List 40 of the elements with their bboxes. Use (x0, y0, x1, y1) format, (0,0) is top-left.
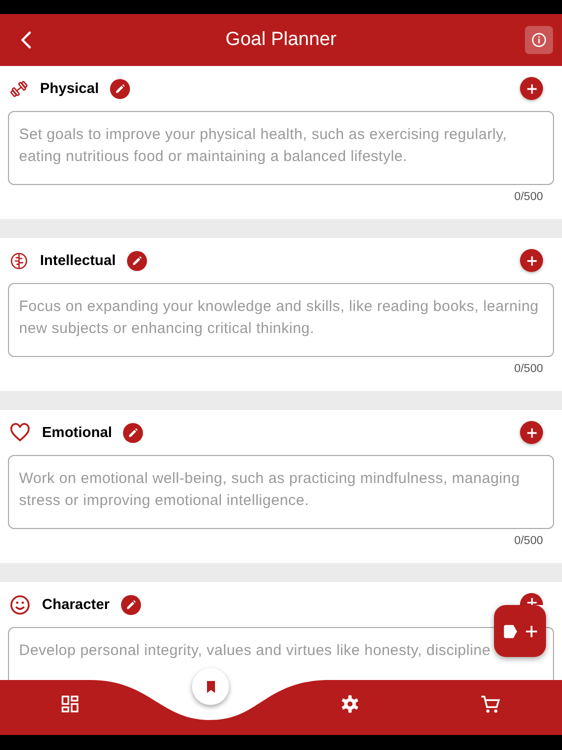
plus-icon (524, 82, 538, 96)
goal-input-field[interactable]: Develop personal integrity, values and virtues like honesty, discipline (8, 627, 554, 680)
bookmark-button[interactable] (192, 668, 229, 705)
settings-icon[interactable] (340, 694, 360, 714)
smiley-icon (9, 594, 31, 616)
goal-input-field[interactable]: Set goals to improve your physical health, such as exercising regularly, eating nutritious food or maintaining a balanced lifestyle. (8, 111, 554, 185)
plus-icon (524, 598, 538, 605)
add-button[interactable] (520, 593, 543, 605)
pencil-icon (114, 82, 126, 94)
goal-input-field[interactable]: Focus on expanding your knowledge and skills, like reading books, learning new subjects or enhancing critical thinking. (8, 283, 554, 357)
pencil-icon (124, 598, 137, 610)
info-icon (531, 32, 547, 48)
category-title: Character (42, 596, 110, 612)
screen-title: Goal Planner (226, 29, 336, 51)
plus-icon (524, 426, 538, 440)
edit-button[interactable] (110, 78, 130, 98)
dumbbell-icon (9, 78, 29, 98)
edit-button[interactable] (126, 250, 147, 270)
character-counter: 0/500 (514, 535, 543, 547)
cart-icon[interactable] (480, 694, 501, 715)
tag-icon (502, 624, 518, 638)
edit-button[interactable] (120, 594, 141, 614)
add-button[interactable] (520, 421, 543, 444)
plus-icon (524, 624, 538, 638)
category-title: Physical (40, 80, 99, 96)
info-button[interactable] (525, 26, 553, 54)
plus-icon (524, 254, 538, 268)
category-title: Intellectual (40, 252, 116, 268)
heart-icon (9, 422, 31, 444)
category-title: Emotional (42, 424, 112, 440)
pencil-icon (130, 254, 143, 266)
edit-button[interactable] (123, 422, 144, 442)
pencil-icon (127, 426, 140, 438)
add-button[interactable] (520, 249, 543, 272)
character-counter: 0/500 (514, 363, 543, 375)
add-button[interactable] (520, 77, 543, 100)
dashboard-icon[interactable] (60, 694, 80, 714)
goal-input-field[interactable]: Work on emotional well-being, such as practicing mindfulness, managing stress or improving emotional intelligence. (8, 455, 554, 529)
character-counter: 0/500 (514, 191, 543, 203)
add-tag-button[interactable] (494, 605, 546, 657)
